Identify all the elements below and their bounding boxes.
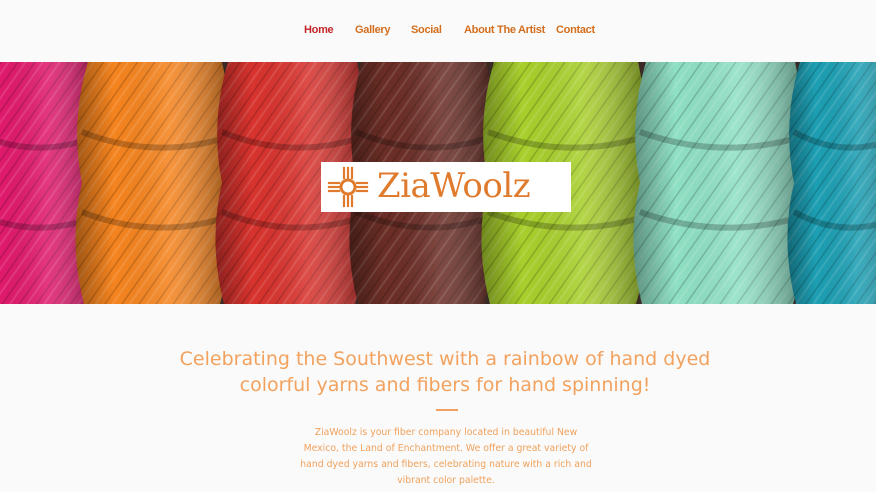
yarn-skein (75, 62, 231, 304)
site-header: Home Gallery Social About The Artist Con… (0, 0, 876, 62)
intro-line-3: hand dyed yarns and fibers, celebrating … (300, 459, 592, 470)
nav-home[interactable]: Home (304, 24, 334, 36)
headline-line-2: colorful yarns and fibers for hand spinn… (239, 374, 651, 396)
hero-banner: ZiaWoolz (0, 62, 876, 304)
logo-text: ZiaWoolz (377, 166, 531, 206)
intro-paragraph: ZiaWoolz is your fiber company located i… (296, 425, 596, 489)
zia-sun-icon (327, 166, 369, 208)
page-headline: Celebrating the Southwest with a rainbow… (160, 346, 730, 398)
page: Home Gallery Social About The Artist Con… (0, 0, 876, 492)
divider (436, 409, 458, 411)
logo-badge[interactable]: ZiaWoolz (321, 162, 571, 212)
yarn-skein (633, 62, 804, 304)
headline-line-1: Celebrating the Southwest with a rainbow… (179, 348, 711, 370)
nav-social[interactable]: Social (411, 24, 442, 36)
intro-line-4: vibrant color palette. (397, 475, 495, 486)
nav-about-the-artist[interactable]: About The Artist (464, 24, 545, 36)
main-nav: Home Gallery Social About The Artist Con… (0, 24, 876, 40)
intro-line-1: ZiaWoolz is your fiber company located i… (314, 427, 578, 438)
intro-line-2: Mexico, the Land of Enchantment. We offe… (303, 443, 589, 454)
nav-gallery[interactable]: Gallery (355, 24, 391, 36)
nav-contact[interactable]: Contact (556, 24, 595, 36)
yarn-skein (787, 62, 876, 304)
